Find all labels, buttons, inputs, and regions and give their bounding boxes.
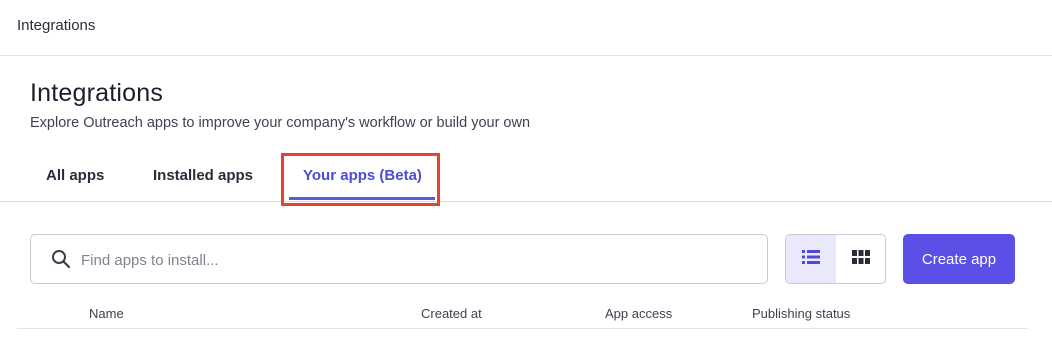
tab-bar: All apps Installed apps Your apps (Beta) — [0, 150, 1052, 202]
list-view-button[interactable] — [786, 235, 837, 283]
tab-all-apps[interactable]: All apps — [46, 167, 104, 184]
column-header-app-access[interactable]: App access — [605, 306, 672, 321]
column-header-name[interactable]: Name — [89, 306, 124, 321]
create-app-button[interactable]: Create app — [903, 234, 1015, 284]
tab-installed-apps[interactable]: Installed apps — [153, 167, 253, 184]
topbar-title: Integrations — [17, 17, 96, 34]
search-input[interactable] — [79, 235, 753, 285]
search-box — [30, 234, 768, 285]
column-header-created-at[interactable]: Created at — [421, 306, 482, 321]
search-icon — [51, 249, 71, 269]
table-header: Name Created at App access Publishing st… — [17, 298, 1028, 329]
view-mode-toggle — [785, 234, 886, 284]
page-subtitle: Explore Outreach apps to improve your co… — [30, 115, 531, 131]
top-bar: Integrations — [0, 0, 1052, 56]
page-title: Integrations — [30, 79, 164, 107]
grid-view-button[interactable] — [836, 235, 885, 283]
column-header-publishing-status[interactable]: Publishing status — [752, 306, 850, 321]
grid-view-icon — [852, 249, 870, 270]
list-view-icon — [802, 249, 820, 270]
highlight-annotation-box — [281, 153, 440, 206]
